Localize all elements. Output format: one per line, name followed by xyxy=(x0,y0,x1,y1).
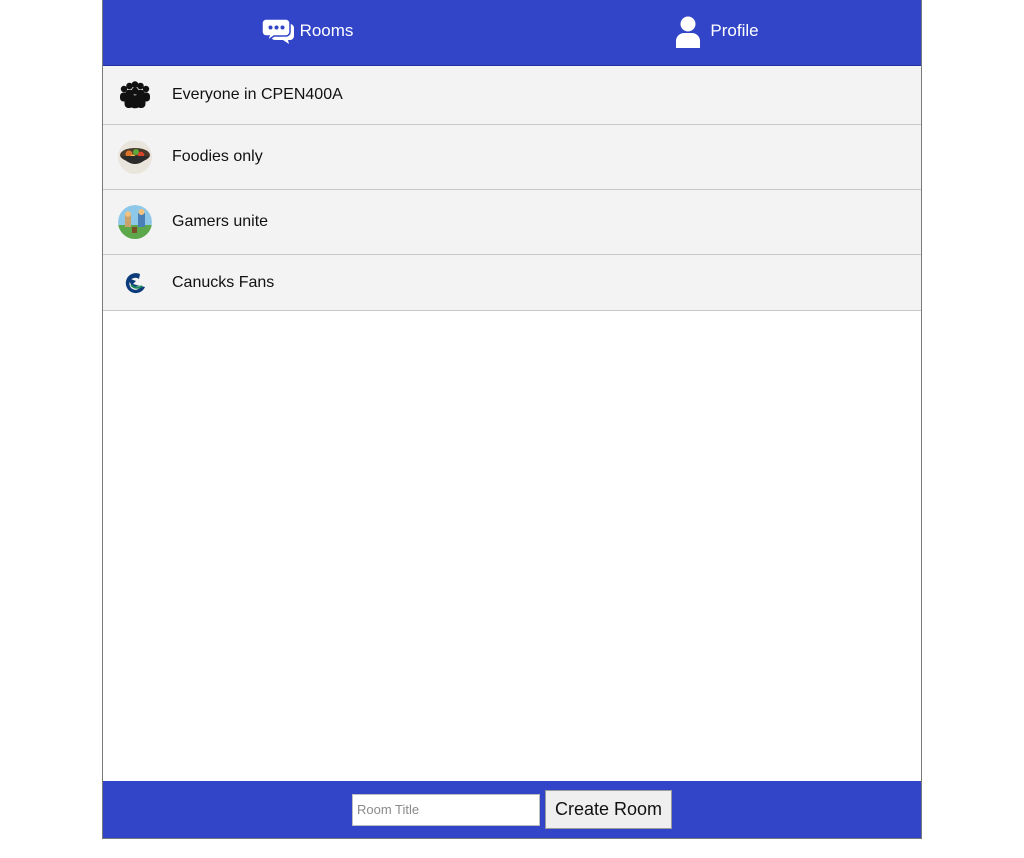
chat-app: Rooms Profile Everyone in CPEN400A Foodi… xyxy=(102,0,922,839)
top-nav: Rooms Profile xyxy=(103,0,921,66)
nav-profile-tab[interactable]: Profile xyxy=(512,0,921,65)
chat-bubbles-icon xyxy=(261,17,295,44)
nav-rooms-tab[interactable]: Rooms xyxy=(103,0,512,65)
room-list: Everyone in CPEN400A Foodies only Gamers… xyxy=(103,66,921,311)
room-item-everyone[interactable]: Everyone in CPEN400A xyxy=(103,66,921,125)
room-title-input[interactable] xyxy=(351,793,540,826)
room-name: Everyone in CPEN400A xyxy=(172,86,343,103)
room-item-foodies[interactable]: Foodies only xyxy=(103,125,921,190)
room-name: Canucks Fans xyxy=(172,273,275,291)
room-item-gamers[interactable]: Gamers unite xyxy=(103,190,921,255)
room-name: Foodies only xyxy=(172,148,263,165)
nav-rooms-label: Rooms xyxy=(299,20,354,40)
create-room-button[interactable]: Create Room xyxy=(544,790,673,829)
room-item-canucks[interactable]: Canucks Fans xyxy=(103,255,921,311)
create-room-bar: Create Room xyxy=(103,781,921,838)
group-people-icon xyxy=(118,78,152,112)
canucks-logo-icon xyxy=(118,266,152,300)
nav-profile-label: Profile xyxy=(710,20,759,40)
room-name: Gamers unite xyxy=(172,213,269,230)
user-icon xyxy=(674,16,702,48)
food-bowl-icon xyxy=(118,140,152,174)
game-scene-icon xyxy=(118,205,152,239)
